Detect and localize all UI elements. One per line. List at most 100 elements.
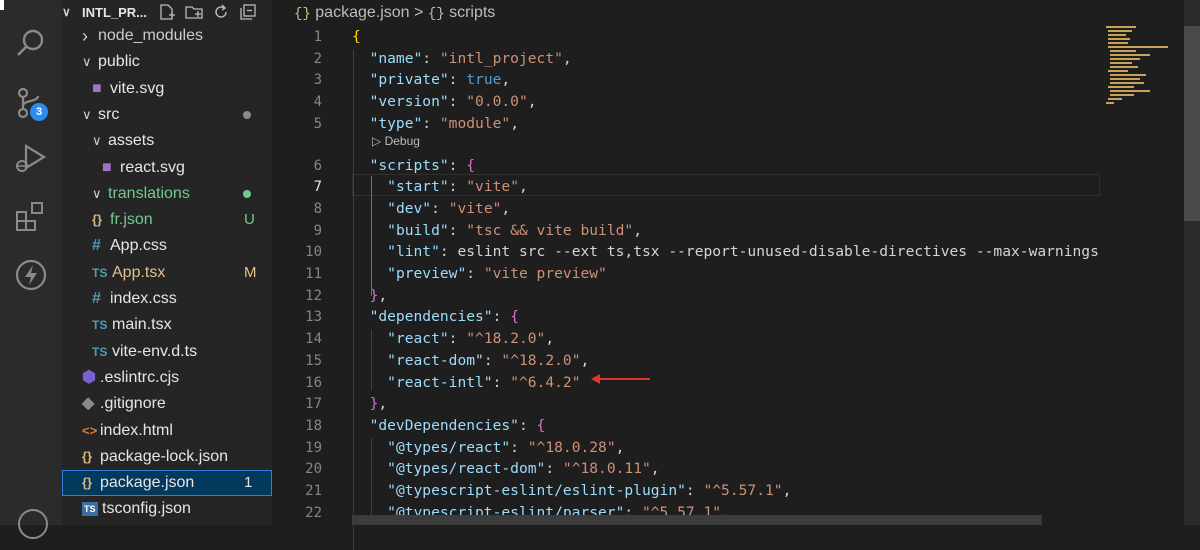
line-number: 18: [305, 417, 322, 434]
tree-item-label: index.css: [110, 290, 177, 307]
object-icon: {}: [427, 6, 445, 22]
tree-item-label: react.svg: [120, 158, 185, 176]
breadcrumb-file[interactable]: package.json: [315, 4, 409, 21]
tree-item[interactable]: {} package-lock.json: [62, 444, 272, 470]
line-number: 1: [313, 29, 322, 45]
code-line[interactable]: "start": "vite",: [352, 178, 528, 195]
extensions-icon[interactable]: [10, 196, 52, 238]
code-line[interactable]: "type": "module",: [352, 115, 519, 132]
tree-item-label: assets: [108, 132, 155, 150]
breadcrumb-separator: >: [414, 4, 424, 21]
json-icon: {}: [92, 212, 103, 228]
chevron-right-icon: ›: [82, 26, 88, 46]
line-number: 4: [313, 94, 322, 111]
git-status-badge: M: [244, 263, 257, 281]
code-line[interactable]: "@types/react-dom": "^18.0.11",: [352, 460, 659, 477]
git-status-badge: U: [244, 211, 255, 229]
tree-item-label: App.tsx: [112, 263, 166, 281]
run-debug-icon[interactable]: [10, 138, 52, 180]
tree-item[interactable]: › node_modules: [62, 23, 272, 49]
json-braces-icon: {}: [294, 6, 311, 22]
line-number: 21: [305, 483, 322, 499]
eslint-icon: ⬢: [82, 368, 96, 386]
code-line[interactable]: "@typescript-eslint/eslint-plugin": "^5.…: [352, 482, 791, 499]
play-icon: ▷: [372, 134, 382, 148]
css-icon: #: [92, 290, 101, 307]
line-number: 22: [305, 504, 322, 521]
line-number: 5: [313, 115, 322, 132]
tree-item-label: .eslintrc.cjs: [100, 368, 180, 386]
tree-item[interactable]: # App.css: [62, 233, 272, 259]
minimap[interactable]: [1104, 26, 1180, 126]
line-number: 9: [313, 222, 322, 239]
line-number: 14: [305, 331, 322, 348]
typescript-icon: TS: [92, 318, 108, 333]
scrollbar-thumb[interactable]: [1184, 26, 1200, 221]
tree-item-label: src: [98, 105, 120, 123]
code-line[interactable]: },: [352, 287, 388, 304]
account-icon[interactable]: [18, 509, 48, 539]
git-status-badge: 1: [244, 474, 253, 492]
tree-item[interactable]: ∨ public: [62, 49, 272, 75]
code-line[interactable]: },: [352, 395, 388, 412]
tree-item[interactable]: TS vite-env.d.ts: [62, 339, 272, 365]
code-line[interactable]: "dependencies": {: [352, 308, 519, 325]
chevron-down-icon: ∨: [82, 106, 92, 122]
modified-dot: [243, 189, 251, 198]
horizontal-scrollbar[interactable]: [352, 515, 1042, 525]
tree-item-label: vite.svg: [110, 79, 165, 97]
breadcrumb-section[interactable]: scripts: [449, 4, 495, 21]
tree-item[interactable]: <> index.html: [62, 418, 272, 444]
typescript-icon: TS: [92, 344, 108, 359]
code-line[interactable]: "name": "intl_project",: [352, 50, 572, 67]
code-line[interactable]: "build": "tsc && vite build",: [352, 222, 642, 239]
tree-item[interactable]: ⬢ .eslintrc.cjs: [62, 365, 272, 391]
code-line[interactable]: "private": true,: [352, 71, 511, 88]
line-number: 17: [305, 396, 322, 413]
tree-item-label: fr.json: [110, 211, 153, 229]
git-icon: ◆: [82, 395, 95, 413]
code-line[interactable]: "react-dom": "^18.2.0",: [352, 352, 589, 369]
tree-item[interactable]: ◆ .gitignore: [62, 391, 272, 417]
tree-item[interactable]: {} fr.json U: [62, 207, 272, 233]
lightning-icon[interactable]: [10, 254, 52, 296]
search-icon[interactable]: [10, 22, 52, 64]
code-line[interactable]: "devDependencies": {: [352, 417, 546, 434]
chevron-down-icon: ∨: [92, 185, 102, 201]
line-number: 20: [305, 461, 322, 478]
code-line[interactable]: "dev": "vite",: [352, 200, 510, 217]
codelens-label: Debug: [384, 134, 420, 148]
line-number: 3: [313, 72, 322, 89]
tree-item[interactable]: {} package.json 1: [62, 470, 272, 497]
line-number: 19: [305, 439, 322, 456]
html-icon: <>: [82, 422, 98, 438]
tree-item[interactable]: ∨ src: [62, 102, 272, 128]
code-line[interactable]: "version": "0.0.0",: [352, 93, 537, 110]
line-number: 16: [305, 374, 322, 391]
code-line[interactable]: "preview": "vite preview": [352, 265, 607, 282]
tree-item[interactable]: # index.css: [62, 286, 272, 312]
tree-item[interactable]: ■ vite.svg: [62, 76, 272, 102]
code-line[interactable]: "scripts": {: [352, 157, 475, 174]
tree-item[interactable]: ■ react.svg: [62, 155, 272, 181]
chevron-down-icon: ∨: [62, 5, 71, 19]
tree-item-label: public: [98, 53, 140, 71]
code-line[interactable]: "react-intl": "^6.4.2": [352, 374, 580, 391]
code-line[interactable]: "react": "^18.2.0",: [352, 330, 554, 347]
tree-item-label: main.tsx: [112, 316, 172, 334]
tree-item[interactable]: ∨ translations: [62, 181, 272, 207]
line-number: 2: [313, 50, 322, 67]
debug-codelens[interactable]: ▷ Debug: [372, 134, 420, 148]
tree-item[interactable]: ∨ assets: [62, 128, 272, 154]
tree-item-label: vite-env.d.ts: [112, 342, 198, 360]
activity-bar: 3: [0, 0, 62, 539]
line-number: 13: [305, 309, 322, 326]
tree-item-label: package.json: [100, 474, 195, 492]
code-line[interactable]: {: [352, 28, 361, 45]
tree-item[interactable]: TS tsconfig.json: [62, 496, 272, 522]
svg-file-icon: ■: [92, 79, 102, 97]
tree-item[interactable]: TS main.tsx: [62, 312, 272, 338]
code-line[interactable]: "lint": eslint src --ext ts,tsx --report…: [352, 243, 1099, 260]
code-line[interactable]: "@types/react": "^18.0.28",: [352, 439, 624, 456]
tree-item[interactable]: TS App.tsx M: [62, 260, 272, 286]
